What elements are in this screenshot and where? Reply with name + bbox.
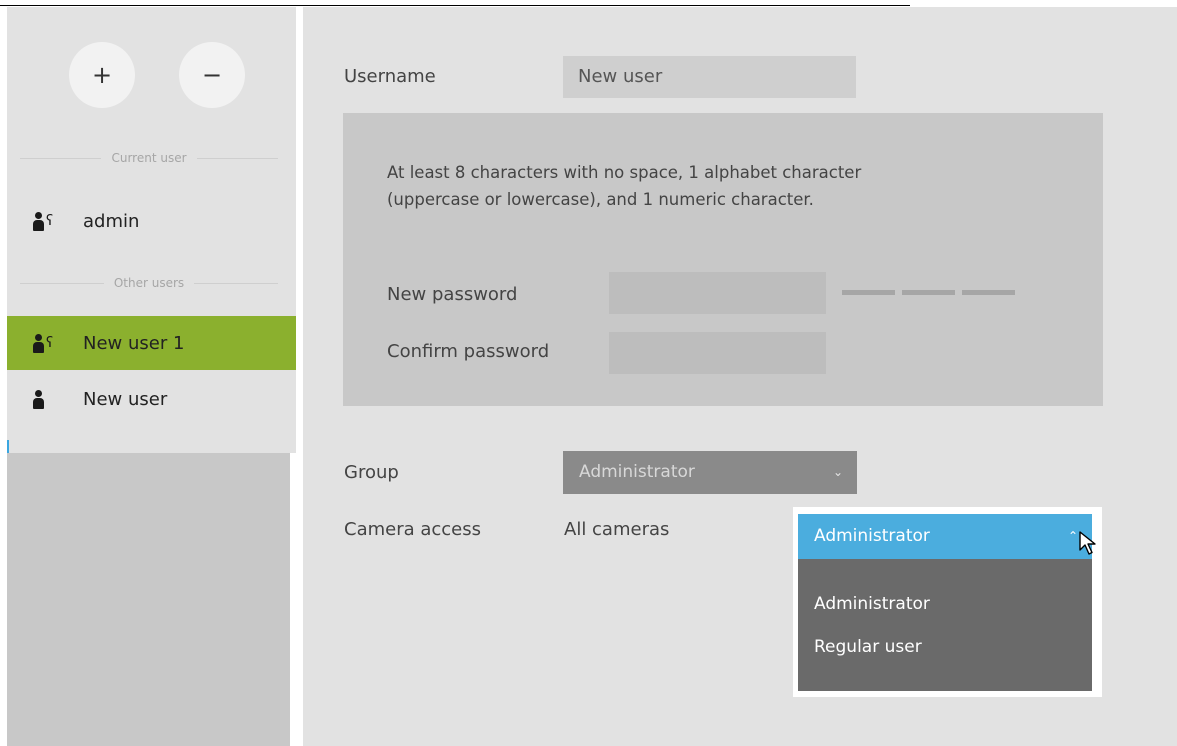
confirm-password-input[interactable] [609, 332, 826, 374]
chevron-down-icon: ⌄ [832, 465, 843, 479]
user-item-new-user[interactable]: New user [7, 374, 296, 424]
panel-divider [290, 590, 303, 746]
divider-line [194, 282, 278, 284]
other-users-section-label: Other users [20, 273, 278, 293]
group-dropdown-list [798, 559, 1092, 691]
password-hint-line: At least 8 characters with no space, 1 a… [387, 163, 862, 182]
dropdown-option-regular-user[interactable]: Regular user [798, 627, 1092, 667]
chevron-up-icon: ⌃ [1067, 529, 1078, 543]
admin-user-icon: ʕ [32, 333, 60, 353]
group-dropdown-selected: Administrator [814, 526, 930, 546]
user-item-label: New user 1 [83, 332, 185, 354]
divider-line [20, 157, 102, 159]
username-input[interactable]: New user [563, 56, 856, 98]
mouse-cursor-icon [1079, 531, 1096, 555]
password-hint-line: (uppercase or lowercase), and 1 numeric … [387, 190, 814, 209]
top-border [0, 5, 910, 6]
user-item-label: admin [83, 210, 140, 232]
username-label: Username [344, 66, 436, 87]
divider-line [196, 157, 278, 159]
group-label: Group [344, 462, 399, 483]
camera-access-value: All cameras [564, 519, 670, 540]
remove-user-button[interactable]: − [179, 42, 245, 108]
password-strength-segment [842, 290, 895, 295]
group-select-value: Administrator [579, 462, 695, 482]
new-password-label: New password [387, 284, 518, 305]
user-item-new-user-1[interactable]: ʕ New user 1 [7, 316, 296, 370]
user-icon [32, 389, 60, 409]
password-hint: At least 8 characters with no space, 1 a… [387, 159, 947, 213]
sidebar-empty-area [7, 453, 290, 746]
dropdown-option-administrator[interactable]: Administrator [798, 584, 1092, 624]
divider-line [20, 282, 104, 284]
admin-user-icon: ʕ [32, 211, 60, 231]
current-user-heading: Current user [111, 151, 187, 165]
user-item-admin[interactable]: ʕ admin [7, 196, 296, 246]
scroll-indicator [7, 440, 9, 453]
password-strength-segment [902, 290, 955, 295]
camera-access-label: Camera access [344, 519, 482, 540]
confirm-password-label: Confirm password [387, 341, 550, 362]
new-password-input[interactable] [609, 272, 826, 314]
other-users-heading: Other users [113, 276, 185, 290]
add-user-button[interactable]: + [69, 42, 135, 108]
user-item-label: New user [83, 388, 168, 410]
current-user-section-label: Current user [20, 148, 278, 168]
group-dropdown-header[interactable]: Administrator ⌃ [798, 514, 1092, 559]
password-strength-segment [962, 290, 1015, 295]
group-select[interactable]: Administrator ⌄ [563, 451, 857, 494]
